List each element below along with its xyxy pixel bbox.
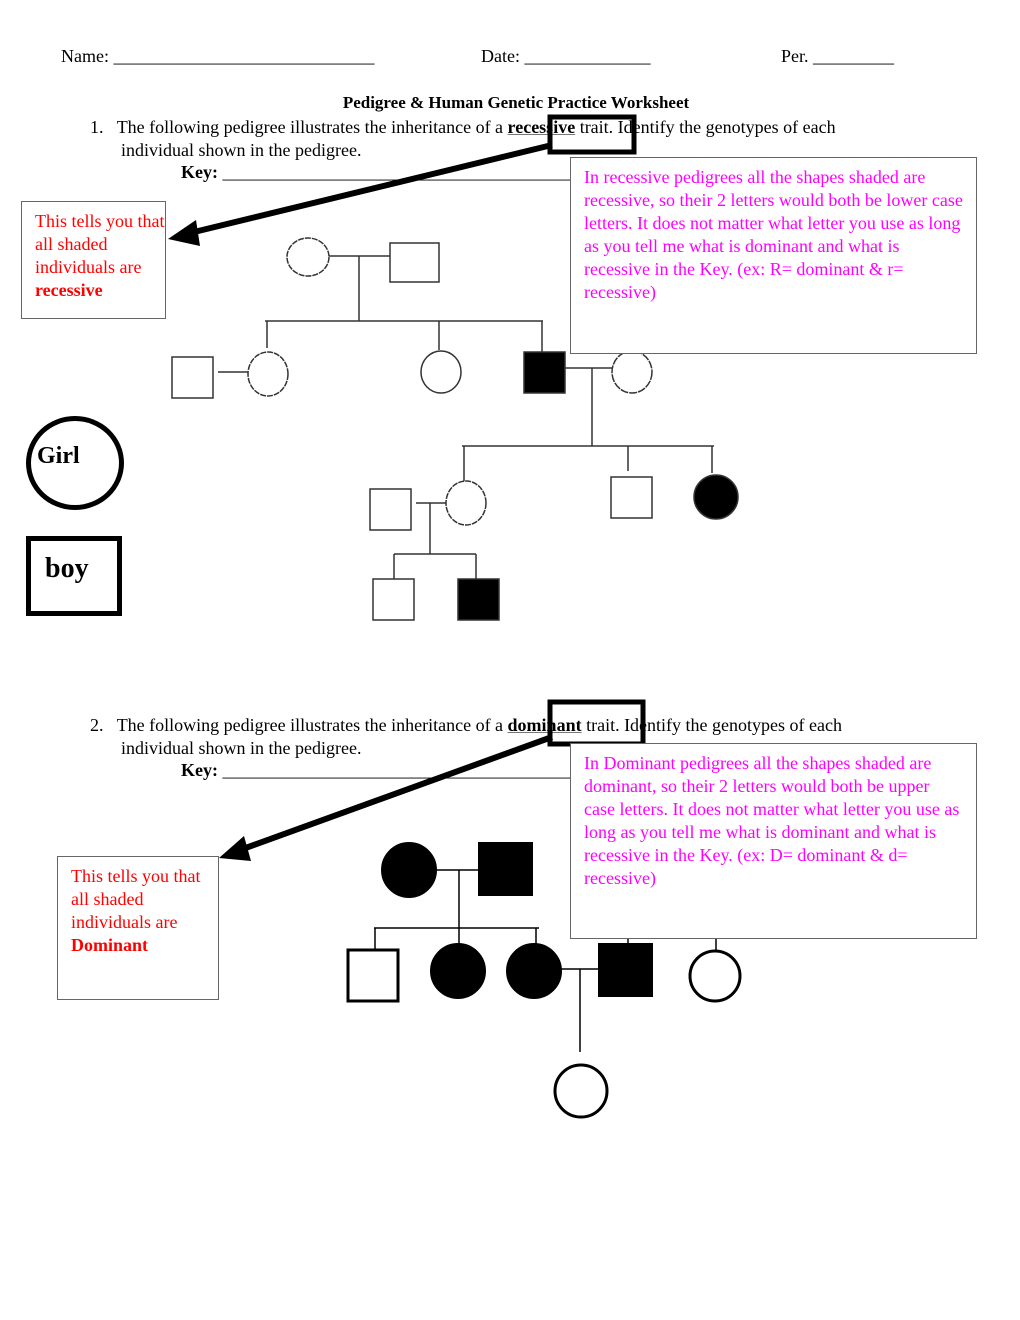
tell-bold-dominant: Dominant — [71, 935, 149, 955]
p1-g3-daughter-2 — [693, 474, 739, 520]
arrow-2-shaft — [238, 734, 554, 853]
p2-g2-inlaw-husband — [598, 943, 653, 997]
p1-g3-son — [610, 476, 653, 519]
p1-g4-son-1 — [372, 578, 415, 621]
p1-g3-daughter — [445, 480, 487, 526]
dominant-tell-box: This tells you that all shaded individua… — [57, 856, 219, 1000]
p2-g3-daughter — [553, 1063, 609, 1119]
p1-g2-daughter-2 — [420, 350, 462, 394]
p1-g1-father — [389, 242, 440, 283]
p1-g2-daughter-1 — [247, 351, 289, 397]
tell-bold-recessive: recessive — [35, 280, 103, 300]
arrow-2-head — [219, 836, 251, 861]
p1-g3-inlaw-husband — [369, 488, 412, 531]
arrow-1-head — [168, 220, 200, 246]
p1-g4-son-2 — [457, 578, 500, 621]
dominant-note-box: In Dominant pedigrees all the shapes sha… — [570, 743, 977, 939]
recessive-tell-box: This tells you that all shaded individua… — [21, 201, 166, 319]
arrow-1-shaft — [189, 142, 553, 236]
p1-g2-inlaw-husband — [171, 356, 214, 399]
p2-g2-daughter-2 — [506, 943, 562, 999]
legend-girl-circle: Girl — [26, 416, 124, 510]
dominant-highlight-box — [547, 699, 646, 747]
legend-boy-label: boy — [45, 553, 89, 584]
p2-g1-mother — [381, 842, 437, 898]
p1-g2-son — [523, 351, 566, 394]
recessive-note-box: In recessive pedigrees all the shapes sh… — [570, 157, 977, 354]
p1-g2-inlaw-wife — [611, 350, 653, 394]
p1-g1-mother — [286, 237, 330, 277]
p2-g2-other-female — [688, 949, 742, 1003]
recessive-highlight-box — [547, 114, 637, 155]
legend-boy-square: boy — [26, 536, 122, 616]
p2-g1-father — [478, 842, 533, 896]
tell-text: This tells you that all shaded individua… — [71, 866, 201, 932]
tell-text: This tells you that all shaded individua… — [35, 211, 165, 277]
p2-g2-son — [346, 948, 400, 1003]
legend-girl-label: Girl — [37, 443, 80, 469]
p2-g2-daughter-1 — [430, 943, 486, 999]
